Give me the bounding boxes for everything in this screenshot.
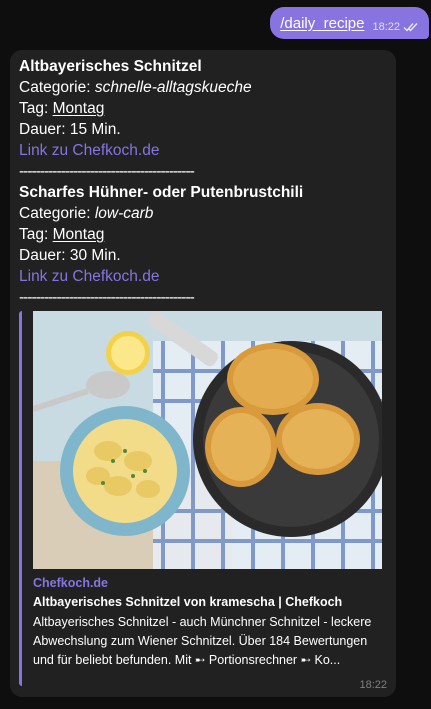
day-value: Montag (52, 100, 105, 117)
chefkoch-link[interactable]: Link zu Chefkoch.de (19, 140, 387, 161)
outgoing-message: /daily_recipe 18:22 (270, 7, 429, 39)
recipe-title: Altbayerisches Schnitzel (19, 58, 202, 75)
separator: ----------------------------------------… (19, 289, 195, 306)
day-label: Tag: (19, 226, 53, 243)
category-value: schnelle-alltagskueche (94, 79, 252, 96)
incoming-time: 18:22 (359, 679, 387, 691)
double-check-icon (403, 23, 418, 32)
separator: ----------------------------------------… (19, 163, 195, 180)
outgoing-meta: 18:22 (372, 21, 419, 33)
recipe-duration: Dauer: 30 Min. (19, 247, 121, 264)
recipe-category: Categorie: schnelle-alltagskueche (19, 77, 387, 98)
outgoing-time: 18:22 (372, 21, 400, 33)
day-value: Montag (52, 226, 105, 243)
category-value: low-carb (94, 205, 154, 222)
schnitzel-photo (33, 311, 382, 569)
daily-recipe-command-link[interactable]: /daily_recipe (280, 15, 364, 32)
recipe-category: Categorie: low-carb (19, 203, 387, 224)
category-label: Categorie: (19, 205, 95, 222)
recipe-day: Tag: Montag (19, 224, 387, 245)
day-label: Tag: (19, 100, 53, 117)
link-preview[interactable]: Chefkoch.de Altbayerisches Schnitzel von… (19, 311, 383, 686)
chefkoch-link[interactable]: Link zu Chefkoch.de (19, 266, 387, 287)
preview-description: Altbayerisches Schnitzel - auch Münchner… (33, 615, 372, 667)
incoming-message: Altbayerisches Schnitzel Categorie: schn… (10, 50, 396, 697)
recipe-day: Tag: Montag (19, 98, 387, 119)
recipe-block-2: Scharfes Hühner- oder Putenbrustchili Ca… (19, 182, 387, 308)
category-label: Categorie: (19, 79, 95, 96)
preview-image[interactable] (33, 311, 382, 569)
preview-title: Altbayerisches Schnitzel von kramescha |… (33, 595, 343, 609)
preview-site-name: Chefkoch.de (33, 576, 109, 590)
recipe-block-1: Altbayerisches Schnitzel Categorie: schn… (19, 56, 387, 182)
recipe-title: Scharfes Hühner- oder Putenbrustchili (19, 184, 304, 201)
recipe-duration: Dauer: 15 Min. (19, 121, 121, 138)
